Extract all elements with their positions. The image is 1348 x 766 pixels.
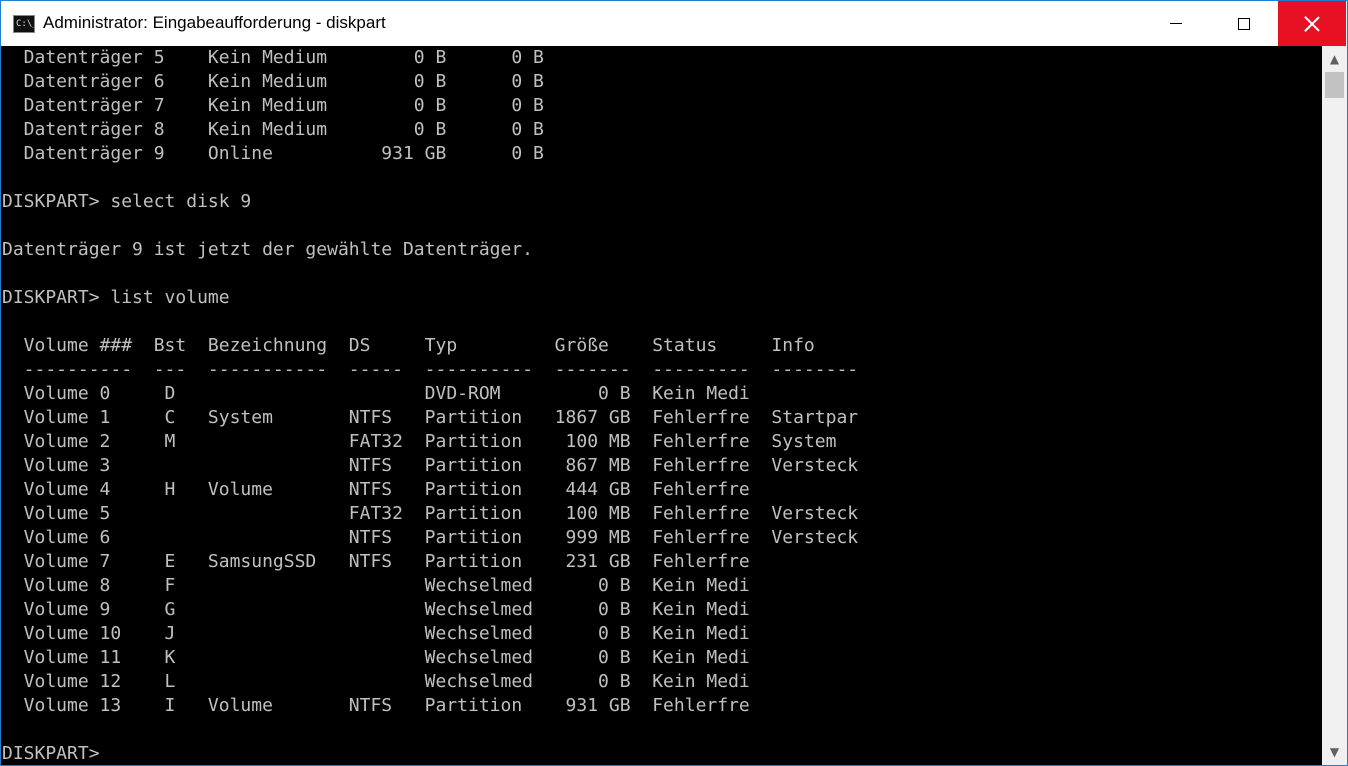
console-line: Volume 11 K Wechselmed 0 B Kein Medi (2, 647, 750, 668)
console-line: Volume 13 I Volume NTFS Partition 931 GB… (2, 695, 750, 716)
vertical-scrollbar[interactable]: ▲ ▼ (1322, 46, 1347, 765)
console-line: Datenträger 7 Kein Medium 0 B 0 B (2, 95, 544, 116)
console-line: Volume 12 L Wechselmed 0 B Kein Medi (2, 671, 750, 692)
scroll-thumb[interactable] (1325, 72, 1344, 98)
console-line: Datenträger 8 Kein Medium 0 B 0 B (2, 119, 544, 140)
maximize-button[interactable] (1210, 1, 1278, 46)
console-line: Datenträger 9 ist jetzt der gewählte Dat… (2, 239, 534, 260)
console-output[interactable]: Datenträger 5 Kein Medium 0 B 0 B Datent… (1, 46, 1322, 765)
close-button[interactable] (1278, 1, 1346, 46)
minimize-icon (1170, 23, 1182, 24)
cmd-app-icon[interactable]: C:\_ (13, 15, 35, 33)
close-icon (1304, 16, 1320, 32)
minimize-button[interactable] (1142, 1, 1210, 46)
scroll-down-arrow-icon[interactable]: ▼ (1322, 741, 1347, 763)
console-line: Datenträger 6 Kein Medium 0 B 0 B (2, 71, 544, 92)
maximize-icon (1238, 17, 1250, 30)
window-title: Administrator: Eingabeaufforderung - dis… (43, 13, 386, 32)
console-line: Datenträger 5 Kein Medium 0 B 0 B (2, 47, 544, 68)
console-line: Volume 9 G Wechselmed 0 B Kein Medi (2, 599, 750, 620)
console-line: Volume 0 D DVD-ROM 0 B Kein Medi (2, 383, 750, 404)
console-line: Volume 3 NTFS Partition 867 MB Fehlerfre… (2, 455, 859, 476)
console-line: DISKPART> select disk 9 (2, 191, 252, 212)
console-line: Volume 7 E SamsungSSD NTFS Partition 231… (2, 551, 750, 572)
console-line: Volume 8 F Wechselmed 0 B Kein Medi (2, 575, 750, 596)
console-line: Volume 5 FAT32 Partition 100 MB Fehlerfr… (2, 503, 859, 524)
console-line: DISKPART> (2, 743, 111, 764)
title-bar[interactable]: C:\_ Administrator: Eingabeaufforderung … (1, 1, 1347, 46)
console-line: Volume 2 M FAT32 Partition 100 MB Fehler… (2, 431, 837, 452)
console-line: Volume 6 NTFS Partition 999 MB Fehlerfre… (2, 527, 859, 548)
console-window: C:\_ Administrator: Eingabeaufforderung … (0, 0, 1348, 766)
console-line: Volume ### Bst Bezeichnung DS Typ Größe … (2, 335, 815, 356)
console-line: Volume 10 J Wechselmed 0 B Kein Medi (2, 623, 750, 644)
console-line: Volume 1 C System NTFS Partition 1867 GB… (2, 407, 859, 428)
console-line: ---------- --- ----------- ----- -------… (2, 359, 859, 380)
console-line: Volume 4 H Volume NTFS Partition 444 GB … (2, 479, 750, 500)
scroll-up-arrow-icon[interactable]: ▲ (1322, 48, 1347, 70)
console-line: Datenträger 9 Online 931 GB 0 B (2, 143, 544, 164)
console-line: DISKPART> list volume (2, 287, 230, 308)
